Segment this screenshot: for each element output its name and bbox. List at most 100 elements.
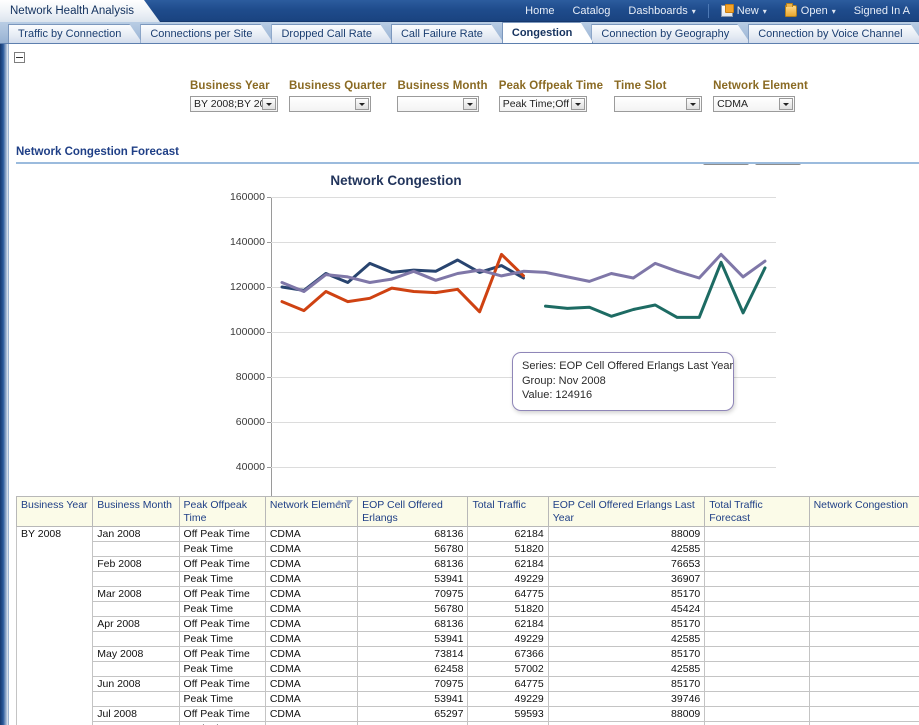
filter-select-peak-offpeak-time[interactable]: Peak Time;Off: [499, 96, 587, 112]
cell-eop-cell-offered-erlangs: 53941: [358, 632, 468, 647]
cell-network-congestion: [809, 692, 919, 707]
table-header-business-year[interactable]: Business Year: [17, 497, 93, 527]
sort-controls: [335, 500, 353, 505]
cell-business-month: Jun 2008: [93, 677, 179, 692]
tab-connection-by-geography[interactable]: Connection by Geography: [591, 24, 750, 43]
cell-eop-cell-offered-erlangs: 56780: [358, 542, 468, 557]
table-header-network-congestion[interactable]: Network Congestion: [809, 497, 919, 527]
cell-eop-cell-offered-erlangs: 56780: [358, 602, 468, 617]
table-row[interactable]: Jul 2008Off Peak TimeCDMA652975959388009: [17, 707, 919, 722]
table-row[interactable]: Peak TimeCDMA567805182045424: [17, 602, 919, 617]
nav-item-new[interactable]: New▾: [712, 0, 776, 22]
nav-item-signed-in-a[interactable]: Signed In A: [845, 0, 919, 22]
cell-network-congestion: [809, 632, 919, 647]
sort-ascending-icon[interactable]: [335, 500, 343, 505]
tab-congestion[interactable]: Congestion: [502, 22, 594, 43]
tab-label: Connections per Site: [150, 28, 252, 40]
nav-item-catalog[interactable]: Catalog: [563, 0, 619, 22]
cell-business-month: [93, 632, 179, 647]
cell-total-traffic: 49229: [468, 692, 548, 707]
y-axis-tick-label: 160000: [203, 191, 265, 203]
nav-divider: [708, 4, 709, 18]
nav-item-open[interactable]: Open▾: [776, 0, 845, 22]
table-row[interactable]: Peak TimeCDMA567805182042585: [17, 542, 919, 557]
tab-connections-per-site[interactable]: Connections per Site: [140, 24, 273, 43]
filter-label: Network Element: [713, 80, 808, 92]
tab-connection-by-voice-channel[interactable]: Connection by Voice Channel: [748, 24, 919, 43]
table-row[interactable]: Feb 2008Off Peak TimeCDMA681366218476653: [17, 557, 919, 572]
cell-peak-offpeak-time: Peak Time: [179, 572, 265, 587]
table-row[interactable]: Mar 2008Off Peak TimeCDMA709756477585170: [17, 587, 919, 602]
table-header-total-traffic-forecast[interactable]: Total Traffic Forecast: [705, 497, 809, 527]
table-row[interactable]: May 2008Off Peak TimeCDMA738146736685170: [17, 647, 919, 662]
cell-peak-offpeak-time: Off Peak Time: [179, 647, 265, 662]
cell-network-congestion: [809, 707, 919, 722]
cell-eop-cell-offered-erlangs: 68136: [358, 617, 468, 632]
table-header-peak-offpeak-time[interactable]: Peak Offpeak Time: [179, 497, 265, 527]
nav-item-label: Home: [525, 5, 554, 17]
filter-label: Business Month: [397, 80, 487, 92]
network-congestion-chart: Network Congestion 020000400006000080000…: [16, 165, 919, 460]
chevron-down-icon: ▾: [763, 7, 767, 16]
table-header-row: Business YearBusiness MonthPeak Offpeak …: [17, 497, 919, 527]
cell-eop-cell-offered-erlangs: 68136: [358, 557, 468, 572]
table-header-eop-cell-offered-erlangs-last-year[interactable]: EOP Cell Offered Erlangs Last Year: [548, 497, 705, 527]
table-row[interactable]: Peak TimeCDMA539414922939746: [17, 692, 919, 707]
filter-select-time-slot[interactable]: [614, 96, 702, 112]
open-folder-icon: [785, 5, 797, 17]
cell-network-congestion: [809, 677, 919, 692]
nav-item-home[interactable]: Home: [516, 0, 563, 22]
filter-select-business-quarter[interactable]: [289, 96, 371, 112]
y-axis-tick-label: 40000: [203, 461, 265, 473]
table-header-eop-cell-offered-erlangs[interactable]: EOP Cell Offered Erlangs: [358, 497, 468, 527]
table-row[interactable]: Apr 2008Off Peak TimeCDMA681366218485170: [17, 617, 919, 632]
tab-traffic-by-connection[interactable]: Traffic by Connection: [8, 24, 142, 43]
table-header-total-traffic[interactable]: Total Traffic: [468, 497, 548, 527]
tab-dropped-call-rate[interactable]: Dropped Call Rate: [271, 24, 393, 43]
table-row[interactable]: Peak TimeCDMA539414922942585: [17, 632, 919, 647]
dropdown-arrow-icon[interactable]: [571, 98, 585, 110]
nav-item-label: Catalog: [572, 5, 610, 17]
dashboard-content: Business YearBY 2008;BY 200Business Quar…: [8, 44, 919, 725]
cell-peak-offpeak-time: Peak Time: [179, 542, 265, 557]
dropdown-arrow-icon[interactable]: [463, 98, 477, 110]
dropdown-arrow-icon[interactable]: [355, 98, 369, 110]
application-title-tab[interactable]: Network Health Analysis: [0, 0, 160, 22]
dropdown-arrow-icon[interactable]: [779, 98, 793, 110]
cell-total-traffic-forecast: [705, 707, 809, 722]
cell-business-month: [93, 662, 179, 677]
cell-eop-cell-offered-erlangs: 62458: [358, 662, 468, 677]
table-header-network-element[interactable]: Network Element: [265, 497, 357, 527]
dropdown-arrow-icon[interactable]: [686, 98, 700, 110]
cell-total-traffic: 51820: [468, 542, 548, 557]
column-header-label: EOP Cell Offered Erlangs: [362, 499, 443, 524]
table-row[interactable]: BY 2008Jan 2008Off Peak TimeCDMA68136621…: [17, 527, 919, 542]
cell-total-traffic: 62184: [468, 557, 548, 572]
table-header-business-month[interactable]: Business Month: [93, 497, 179, 527]
sort-descending-icon[interactable]: [345, 500, 353, 505]
table-row[interactable]: Peak TimeCDMA539414922936907: [17, 572, 919, 587]
dropdown-arrow-icon[interactable]: [262, 98, 276, 110]
filter-select-business-month[interactable]: [397, 96, 479, 112]
cell-peak-offpeak-time: Peak Time: [179, 632, 265, 647]
collapse-section-icon[interactable]: [14, 52, 25, 63]
table-row[interactable]: Peak TimeCDMA624585700242585: [17, 662, 919, 677]
tab-call-failure-rate[interactable]: Call Failure Rate: [391, 24, 504, 43]
cell-total-traffic: 64775: [468, 677, 548, 692]
cell-total-traffic-forecast: [705, 647, 809, 662]
nav-item-dashboards[interactable]: Dashboards▾: [619, 0, 704, 22]
filter-group: Network Element CDMA: [713, 80, 808, 112]
cell-eop-erlangs-last-year: 45424: [548, 602, 705, 617]
cell-total-traffic-forecast: [705, 557, 809, 572]
table-row[interactable]: Jun 2008Off Peak TimeCDMA709756477585170: [17, 677, 919, 692]
tooltip-series: Series: EOP Cell Offered Erlangs Last Ye…: [522, 359, 724, 374]
series-line: [282, 254, 524, 311]
filter-select-business-year[interactable]: BY 2008;BY 200: [190, 96, 278, 112]
cell-network-element: CDMA: [265, 542, 357, 557]
filter-select-network-element[interactable]: CDMA: [713, 96, 795, 112]
cell-network-element: CDMA: [265, 602, 357, 617]
cell-peak-offpeak-time: Off Peak Time: [179, 617, 265, 632]
cell-eop-cell-offered-erlangs: 65297: [358, 707, 468, 722]
cell-network-congestion: [809, 557, 919, 572]
cell-eop-erlangs-last-year: 36907: [548, 572, 705, 587]
